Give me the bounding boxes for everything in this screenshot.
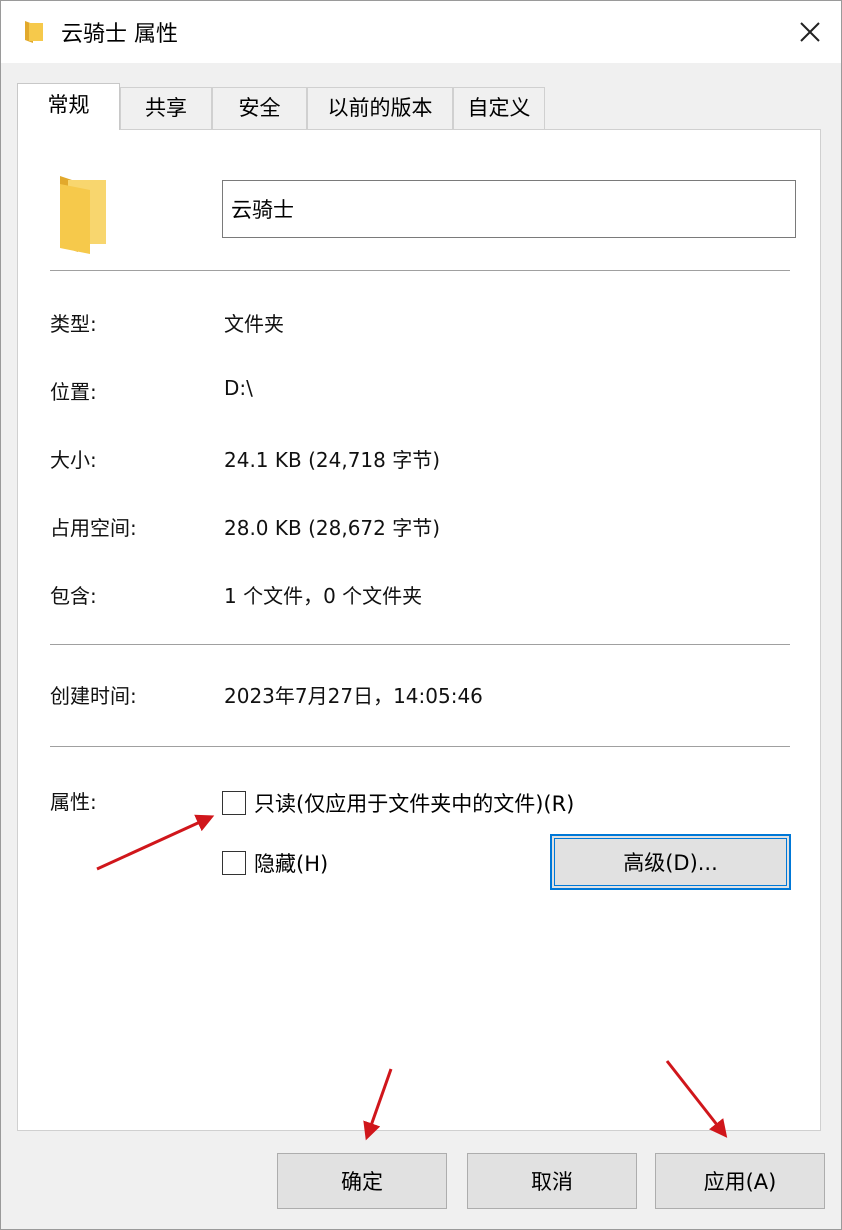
type-value: 文件夹: [224, 312, 284, 336]
contains-value: 1 个文件，0 个文件夹: [224, 584, 423, 608]
size-label: 大小:: [50, 448, 97, 472]
ok-button[interactable]: 确定: [277, 1153, 447, 1209]
title-bar: 云骑士 属性: [1, 1, 841, 63]
tab-customize[interactable]: 自定义: [453, 87, 545, 129]
properties-window: 云骑士 属性 常规 共享 安全 以前的版本 自定义 类型: 文件夹 位置: D:…: [0, 0, 842, 1230]
folder-icon: [25, 21, 43, 43]
advanced-button[interactable]: 高级(D)...: [550, 834, 791, 890]
location-label: 位置:: [50, 380, 97, 404]
folder-name-input[interactable]: [222, 180, 796, 238]
contains-label: 包含:: [50, 584, 97, 608]
close-button[interactable]: [779, 1, 841, 63]
tab-previous-versions[interactable]: 以前的版本: [307, 87, 453, 129]
window-title: 云骑士 属性: [61, 22, 178, 47]
divider: [50, 644, 790, 645]
size-value: 24.1 KB (24,718 字节): [224, 448, 441, 472]
hidden-label[interactable]: 隐藏(H): [254, 848, 328, 878]
folder-icon: [60, 176, 106, 254]
divider: [50, 270, 790, 271]
created-label: 创建时间:: [50, 684, 137, 708]
tab-security[interactable]: 安全: [212, 87, 307, 129]
created-value: 2023年7月27日，14:05:46: [224, 684, 483, 708]
attributes-label: 属性:: [50, 790, 97, 814]
size-on-disk-label: 占用空间:: [50, 516, 137, 540]
readonly-checkbox[interactable]: [222, 791, 246, 815]
close-icon: [800, 22, 820, 42]
apply-button[interactable]: 应用(A): [655, 1153, 825, 1209]
location-value: D:\: [224, 376, 253, 400]
general-panel: 类型: 文件夹 位置: D:\ 大小: 24.1 KB (24,718 字节) …: [17, 129, 821, 1131]
divider: [50, 746, 790, 747]
tab-general[interactable]: 常规: [17, 83, 120, 130]
cancel-button[interactable]: 取消: [467, 1153, 637, 1209]
hidden-checkbox[interactable]: [222, 851, 246, 875]
type-label: 类型:: [50, 312, 97, 336]
size-on-disk-value: 28.0 KB (28,672 字节): [224, 516, 441, 540]
tab-sharing[interactable]: 共享: [120, 87, 212, 129]
readonly-label[interactable]: 只读(仅应用于文件夹中的文件)(R): [254, 788, 574, 818]
